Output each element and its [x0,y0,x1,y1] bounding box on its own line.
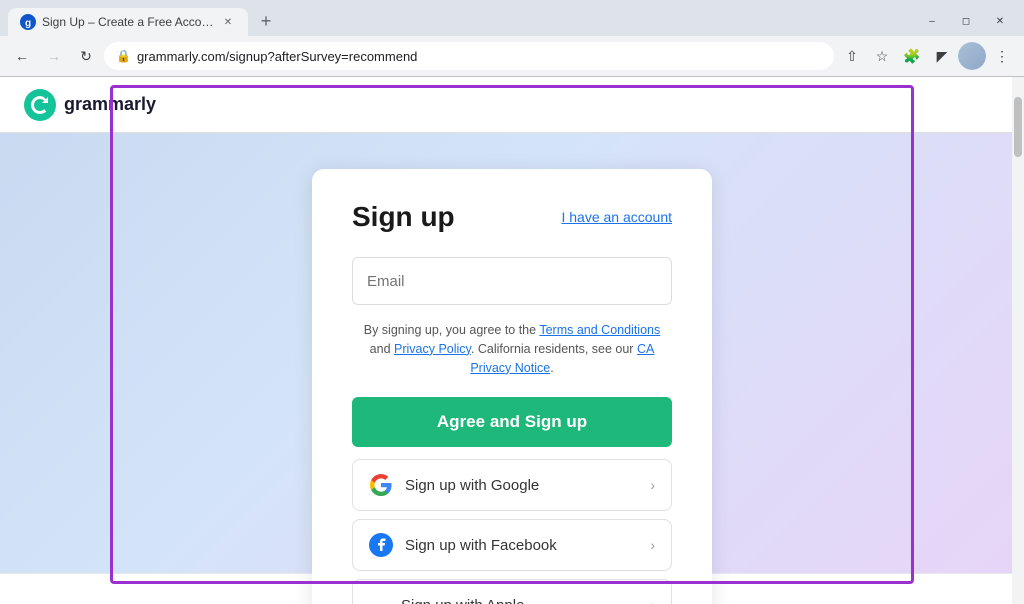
browser-chrome: g Sign Up – Create a Free Account | Gran… [0,0,1024,77]
google-signup-label: Sign up with Google [405,477,650,494]
main-area: Sign up I have an account By signing up,… [0,133,1024,604]
url-text: grammarly.com/signup?afterSurvey=recomme… [137,49,822,64]
terms-conditions-link[interactable]: Terms and Conditions [539,323,660,337]
logo-text: grammarly [64,94,156,115]
facebook-signup-label: Sign up with Facebook [405,537,650,554]
signup-title: Sign up [352,201,455,233]
toolbar-actions: ⇧ ☆ 🧩 ◤ ⋮ [838,42,1016,70]
window-controls: – ◻ ✕ [916,11,1024,31]
signup-card: Sign up I have an account By signing up,… [312,169,712,604]
minimize-button[interactable]: – [916,11,948,31]
menu-icon[interactable]: ⋮ [988,42,1016,70]
terms-text: By signing up, you agree to the Terms an… [352,321,672,377]
facebook-chevron-icon: › [650,537,655,553]
google-chevron-icon: › [650,477,655,493]
forward-button[interactable]: → [40,42,68,70]
new-tab-button[interactable]: + [252,7,280,35]
logo-icon [24,89,56,121]
profile-avatar[interactable] [958,42,986,70]
email-input[interactable] [352,257,672,305]
google-signup-option[interactable]: Sign up with Google › [352,459,672,511]
tab-favicon: g [20,14,36,30]
google-icon [369,473,393,497]
tab-close-button[interactable]: ✕ [220,14,236,30]
terms-text-after: . California residents, see our [471,342,637,356]
card-header: Sign up I have an account [352,201,672,233]
close-button[interactable]: ✕ [984,11,1016,31]
back-button[interactable]: ← [8,42,36,70]
grammarly-logo: grammarly [24,89,156,121]
scrollbar[interactable] [1012,77,1024,604]
tab-title: Sign Up – Create a Free Account | Gran… [42,15,214,29]
split-view-icon[interactable]: ◤ [928,42,956,70]
reload-button[interactable]: ↻ [72,42,100,70]
terms-text-mid: and [370,342,394,356]
address-bar[interactable]: 🔒 grammarly.com/signup?afterSurvey=recom… [104,42,834,70]
facebook-signup-option[interactable]: Sign up with Facebook › [352,519,672,571]
facebook-icon [369,533,393,557]
scrollbar-thumb[interactable] [1014,97,1022,157]
bookmark-icon[interactable]: ☆ [868,42,896,70]
svg-text:g: g [25,18,31,29]
maximize-button[interactable]: ◻ [950,11,982,31]
have-account-link[interactable]: I have an account [561,209,672,225]
terms-text-before: By signing up, you agree to the [364,323,540,337]
apple-signup-option[interactable]: Sign up with Apple › [352,579,672,604]
lock-icon: 🔒 [116,49,131,63]
share-icon[interactable]: ⇧ [838,42,866,70]
privacy-policy-link[interactable]: Privacy Policy [394,342,471,356]
agree-signup-button[interactable]: Agree and Sign up [352,397,672,447]
browser-toolbar: ← → ↻ 🔒 grammarly.com/signup?afterSurvey… [0,36,1024,76]
page-content: grammarly Sign up I have an account By s… [0,77,1024,604]
active-tab[interactable]: g Sign Up – Create a Free Account | Gran… [8,8,248,36]
extensions-icon[interactable]: 🧩 [898,42,926,70]
site-header: grammarly [0,77,1024,133]
terms-text-end: . [550,361,553,375]
